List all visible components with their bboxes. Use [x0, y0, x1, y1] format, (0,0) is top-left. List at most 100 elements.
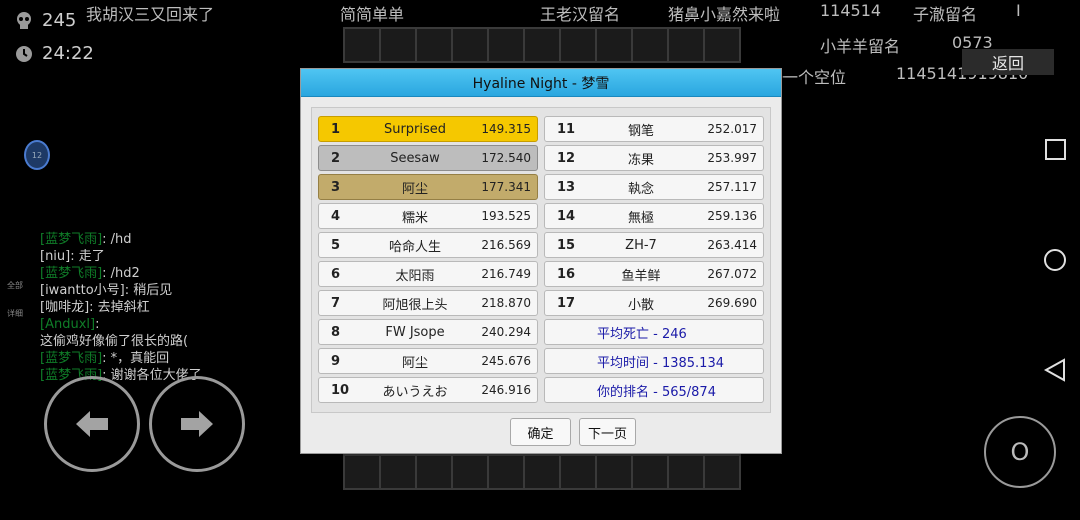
rank: 6: [331, 266, 341, 282]
clock-icon: [14, 44, 34, 64]
leaderboard-row: 5 哈命人生 216.569: [318, 232, 538, 258]
rank: 13: [557, 179, 576, 195]
next-page-button[interactable]: 下一页: [579, 418, 636, 446]
leaderboard-row: 4 糯米 193.525: [318, 203, 538, 229]
back-button[interactable]: 返回: [962, 49, 1054, 75]
leaderboard-row: 7 阿旭很上头 218.870: [318, 290, 538, 316]
jump-button[interactable]: O: [984, 416, 1056, 488]
player-name: 哈命人生: [388, 239, 441, 255]
ticker-message: 王老汉留名: [540, 5, 621, 24]
ticker-message: 子澈留名: [913, 5, 978, 24]
chat-log: [蓝梦飞雨]: /hd [niu]: 走了 [蓝梦飞雨]: /hd2 [iwan…: [40, 231, 202, 384]
ticker-message: 猪鼻小嘉然来啦: [668, 5, 781, 24]
rank: 2: [331, 150, 341, 166]
player-name: 阿旭很上头: [382, 297, 448, 313]
game-grid-top: [343, 27, 741, 63]
ticker-message: 我胡汉三又回来了: [86, 5, 215, 24]
player-name: 冻果: [627, 152, 654, 168]
player-name: FW Jsope: [385, 324, 445, 340]
rank: 10: [331, 382, 350, 398]
arrow-right-icon: [181, 411, 213, 437]
dialog-title: Hyaline Night - 梦雪: [301, 69, 781, 97]
arrow-left-icon: [76, 411, 108, 437]
ticker-message: 一个空位: [782, 68, 847, 87]
ticker-message: 小羊羊留名: [820, 37, 901, 56]
chat-line: [蓝梦飞雨]: *，真能回: [40, 351, 170, 366]
player-name: 糯米: [401, 210, 428, 226]
chat-line: [咖啡龙]: 去掉斜杠: [40, 300, 150, 315]
chat-line: [niu]: 走了: [40, 249, 105, 264]
rank: 3: [331, 179, 341, 195]
clear-time: 253.997: [707, 151, 757, 165]
player-avatar-icon[interactable]: 12: [24, 140, 50, 170]
chat-line: [蓝梦飞雨]: /hd2: [40, 266, 140, 281]
clear-time: 193.525: [481, 209, 531, 223]
player-name: ZH-7: [625, 237, 657, 253]
back-nav-icon[interactable]: [1042, 358, 1068, 388]
leaderboard-row: 17 小散 269.690: [544, 290, 764, 316]
clear-time: 149.315: [481, 122, 531, 136]
clear-time: 267.072: [707, 267, 757, 281]
leaderboard-row: 6 太阳雨 216.749: [318, 261, 538, 287]
clear-time: 216.569: [481, 238, 531, 252]
rank: 17: [557, 295, 576, 311]
chat-filter-detail[interactable]: 详细: [7, 308, 23, 319]
leaderboard-row: 13 執念 257.117: [544, 174, 764, 200]
chat-filter-all[interactable]: 全部: [7, 280, 23, 291]
player-name: 阿尘: [401, 181, 428, 197]
skull-icon: [14, 11, 34, 31]
leaderboard-row: 8 FW Jsope 240.294: [318, 319, 538, 345]
rank: 8: [331, 324, 341, 340]
average-time: 平均时间 - 1385.134: [544, 348, 764, 374]
ticker-message: 简简单单: [340, 5, 405, 24]
player-name: あいうえお: [382, 384, 448, 400]
player-name: 太阳雨: [395, 268, 435, 284]
leaderboard-panel: 1 Surprised 149.315 2 Seesaw 172.540 3 阿…: [311, 107, 771, 413]
rank: 16: [557, 266, 576, 282]
chat-line: 这偷鸡好像偷了很长的路(: [40, 334, 189, 349]
clear-time: 252.017: [707, 122, 757, 136]
leaderboard-row: 12 冻果 253.997: [544, 145, 764, 171]
clear-time: 240.294: [481, 325, 531, 339]
average-deaths: 平均死亡 - 246: [544, 319, 764, 345]
clear-time: 269.690: [707, 296, 757, 310]
recent-apps-icon[interactable]: [1042, 139, 1068, 165]
home-icon[interactable]: [1042, 248, 1068, 278]
your-rank: 你的排名 - 565/874: [544, 377, 764, 403]
move-right-button[interactable]: [149, 376, 245, 472]
leaderboard-row: 15 ZH-7 263.414: [544, 232, 764, 258]
death-counter: 245: [14, 10, 76, 31]
clear-time: 245.676: [481, 354, 531, 368]
ticker-message: I: [1016, 1, 1021, 20]
leaderboard-row: 10 あいうえお 246.916: [318, 377, 538, 403]
confirm-button[interactable]: 确定: [510, 418, 571, 446]
leaderboard-row: 3 阿尘 177.341: [318, 174, 538, 200]
rank: 4: [331, 208, 341, 224]
clear-time: 246.916: [481, 383, 531, 397]
player-name: 鱼羊鲜: [621, 268, 661, 284]
chat-line: [Anduxl]:: [40, 317, 100, 332]
ticker-message: 114514: [820, 1, 882, 20]
player-name: 阿尘: [401, 355, 428, 371]
move-left-button[interactable]: [44, 376, 140, 472]
chat-line: [蓝梦飞雨]: /hd: [40, 232, 132, 247]
rank: 5: [331, 237, 341, 253]
player-name: 小散: [627, 297, 654, 313]
death-count: 245: [42, 10, 77, 31]
clear-time: 259.136: [707, 209, 757, 223]
rank: 7: [331, 295, 341, 311]
rank: 9: [331, 353, 341, 369]
clear-time: 263.414: [707, 238, 757, 252]
rank: 11: [557, 121, 576, 137]
clear-time: 218.870: [481, 296, 531, 310]
clear-time: 177.341: [481, 180, 531, 194]
game-grid-bottom: [343, 454, 741, 490]
time-counter: 24:22: [14, 43, 94, 64]
leaderboard-row: 2 Seesaw 172.540: [318, 145, 538, 171]
player-name: 執念: [627, 181, 654, 197]
player-name: 钢笔: [627, 123, 654, 139]
rank: 1: [331, 121, 341, 137]
leaderboard-dialog: Hyaline Night - 梦雪 1 Surprised 149.315 2…: [300, 68, 782, 454]
clear-time: 257.117: [707, 180, 757, 194]
rank: 14: [557, 208, 576, 224]
